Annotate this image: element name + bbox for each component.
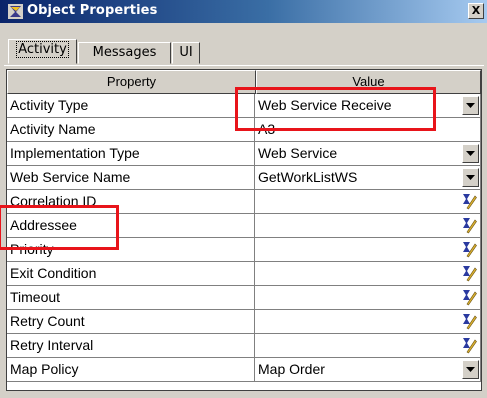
property-value[interactable]: Map Order [255,358,481,382]
edit-value-icon[interactable] [462,193,477,210]
property-name: Retry Count [7,310,255,334]
column-header-property[interactable]: Property [7,70,256,94]
tab-ui-label: UI [179,45,193,60]
chevron-down-icon [466,151,475,156]
table-row[interactable]: Retry Count [7,310,481,334]
property-value-text: GetWorkListWS [258,169,358,185]
object-properties-icon [8,4,23,19]
table-row[interactable]: Priority [7,238,481,262]
tab-messages-label: Messages [92,45,157,60]
property-value-text: Web Service [258,145,338,161]
edit-value-icon[interactable] [462,217,477,234]
property-name: Activity Type [7,94,255,118]
property-value[interactable]: GetWorkListWS [255,166,481,190]
table-row[interactable]: Exit Condition [7,262,481,286]
table-row[interactable]: Correlation ID [7,190,481,214]
property-name: Map Policy [7,358,255,382]
property-value[interactable]: Web Service [255,142,481,166]
dropdown-button[interactable] [462,144,479,163]
property-name: Timeout [7,286,255,310]
tab-ui[interactable]: UI [172,42,200,64]
edit-value-icon[interactable] [462,289,477,306]
property-value[interactable] [255,214,481,238]
property-name: Implementation Type [7,142,255,166]
property-value[interactable] [255,190,481,214]
table-row[interactable]: Implementation Type Web Service [7,142,481,166]
column-header-value[interactable]: Value [256,70,481,94]
property-value[interactable] [255,286,481,310]
dropdown-button[interactable] [462,360,479,379]
table-row[interactable]: Timeout [7,286,481,310]
close-icon: X [471,4,481,17]
property-value[interactable] [255,310,481,334]
edit-value-icon[interactable] [462,337,477,354]
tab-activity[interactable]: Activity [8,39,77,64]
property-value-text: Map Order [258,361,325,377]
close-button[interactable]: X [468,3,484,19]
edit-value-icon[interactable] [462,313,477,330]
property-value-text: Web Service Receive [258,97,392,113]
chevron-down-icon [466,175,475,180]
property-value[interactable] [255,262,481,286]
chevron-down-icon [466,103,475,108]
property-name: Priority [7,238,255,262]
property-name: Addressee [7,214,255,238]
property-value[interactable]: A3 [255,118,481,142]
tab-activity-label: Activity [16,41,69,58]
table-row[interactable]: Activity Name A3 [7,118,481,142]
table-row[interactable]: Addressee [7,214,481,238]
tab-messages[interactable]: Messages [78,42,171,64]
edit-value-icon[interactable] [462,241,477,258]
property-name: Exit Condition [7,262,255,286]
window-title: Object Properties [27,3,158,18]
property-value-text: A3 [258,121,276,137]
table-row[interactable]: Web Service Name GetWorkListWS [7,166,481,190]
property-name: Retry Interval [7,334,255,358]
table-row[interactable]: Map Policy Map Order [7,358,481,382]
property-name: Web Service Name [7,166,255,190]
object-properties-window: Object Properties X Activity Messages UI… [0,0,487,398]
table-row[interactable]: Retry Interval [7,334,481,358]
title-bar[interactable]: Object Properties X [0,0,487,23]
chevron-down-icon [466,367,475,372]
property-name: Correlation ID [7,190,255,214]
property-value[interactable] [255,238,481,262]
property-value[interactable]: Web Service Receive [255,94,481,118]
table-row[interactable]: Activity Type Web Service Receive [7,94,481,118]
property-name: Activity Name [7,118,255,142]
dropdown-button[interactable] [462,96,479,115]
edit-value-icon[interactable] [462,265,477,282]
property-value[interactable] [255,334,481,358]
dropdown-button[interactable] [462,168,479,187]
property-grid: Property Value Activity Type Web Service … [6,69,482,391]
